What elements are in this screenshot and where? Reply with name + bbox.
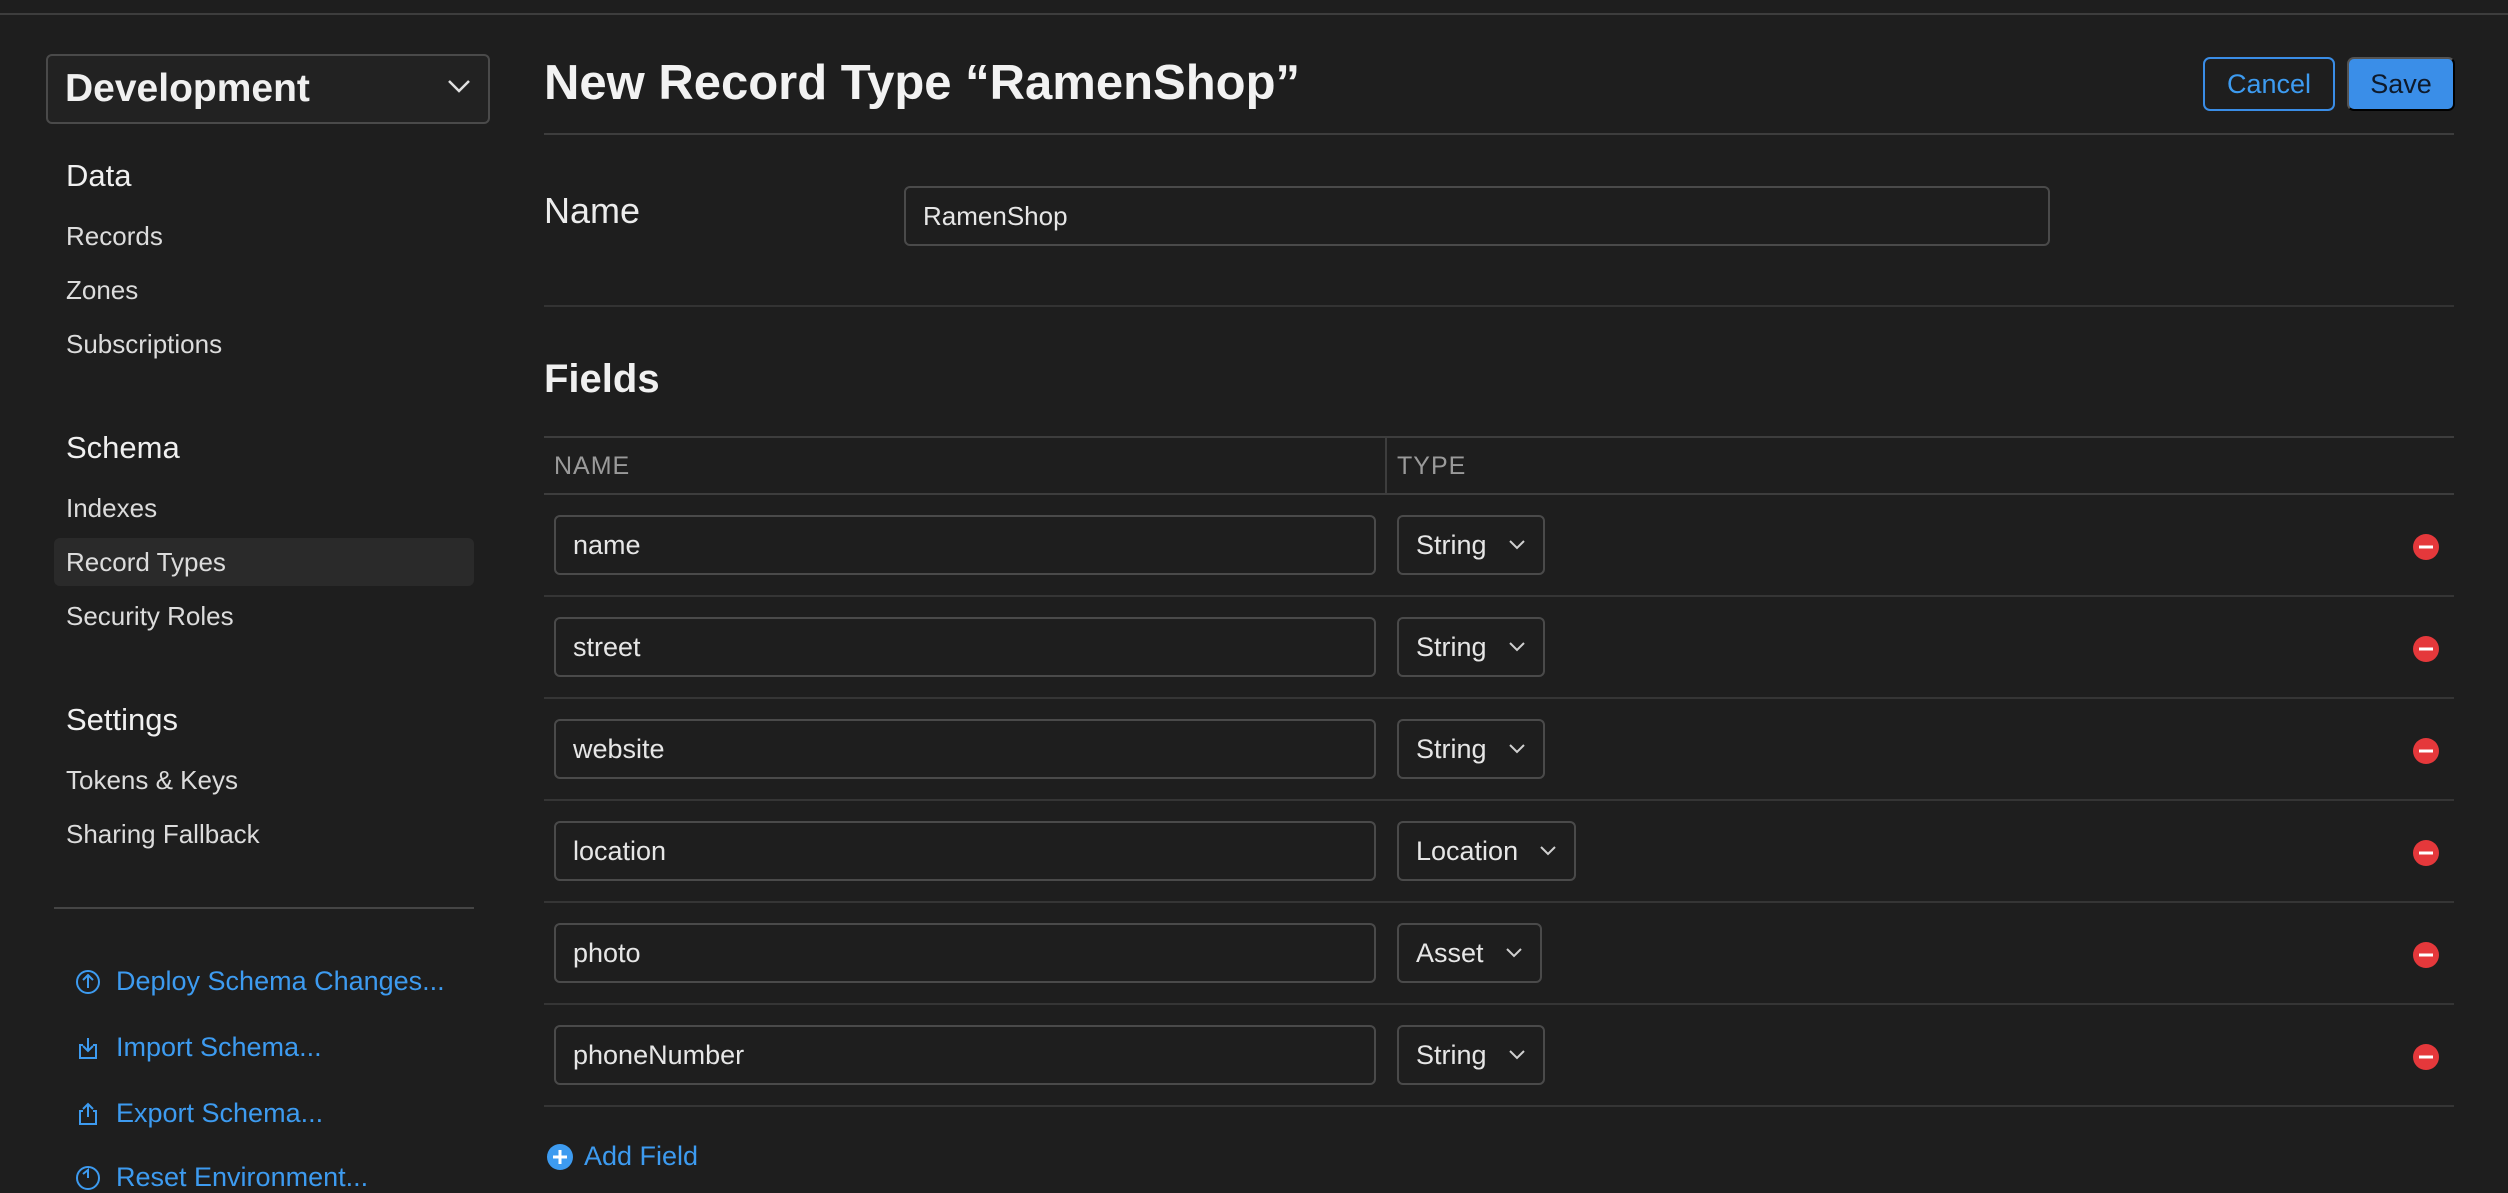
fields-table-top-border xyxy=(544,436,2454,438)
field-name-input[interactable]: photo xyxy=(554,923,1376,983)
sidebar-item-indexes[interactable]: Indexes xyxy=(66,493,157,524)
sidebar-item-subscriptions[interactable]: Subscriptions xyxy=(66,329,222,360)
field-type-select[interactable]: Location xyxy=(1397,821,1577,881)
page-title: New Record Type “RamenShop” xyxy=(544,56,1301,110)
field-row: phoneNumber String xyxy=(544,1005,2454,1107)
field-type-value: String xyxy=(1416,529,1487,560)
add-field-button[interactable]: Add Field xyxy=(546,1141,698,1172)
sidebar-item-tokens-keys[interactable]: Tokens & Keys xyxy=(66,765,238,796)
sidebar-item-security-roles[interactable]: Security Roles xyxy=(66,601,234,632)
remove-field-icon[interactable] xyxy=(2412,635,2440,663)
field-type-select[interactable]: String xyxy=(1397,719,1545,779)
field-type-select[interactable]: String xyxy=(1397,515,1545,575)
sidebar-item-sharing-fallback[interactable]: Sharing Fallback xyxy=(66,819,260,850)
reset-icon xyxy=(76,1165,100,1190)
field-name-input[interactable]: location xyxy=(554,821,1376,881)
field-name-input[interactable]: street xyxy=(554,617,1376,677)
field-type-select[interactable]: String xyxy=(1397,617,1545,677)
header-divider xyxy=(544,133,2454,135)
export-schema-link[interactable]: Export Schema... xyxy=(74,1098,323,1129)
chevron-down-icon xyxy=(1508,540,1525,550)
cancel-button[interactable]: Cancel xyxy=(2203,57,2335,111)
import-icon xyxy=(79,1037,97,1059)
sidebar-item-zones[interactable]: Zones xyxy=(66,275,138,306)
column-header-type: TYPE xyxy=(1397,452,1467,480)
sidebar-heading-schema: Schema xyxy=(66,430,180,465)
environment-label: Development xyxy=(65,67,310,110)
field-type-value: Location xyxy=(1416,835,1519,866)
sidebar-item-records[interactable]: Records xyxy=(66,221,163,252)
deploy-schema-link[interactable]: Deploy Schema Changes... xyxy=(74,966,445,997)
add-field-label: Add Field xyxy=(584,1141,699,1171)
column-divider xyxy=(1385,436,1387,494)
field-row: name String xyxy=(544,495,2454,597)
plus-circle-icon xyxy=(547,1143,573,1170)
field-row: location Location xyxy=(544,801,2454,903)
import-schema-label: Import Schema... xyxy=(116,1032,322,1062)
chevron-down-icon xyxy=(1508,1050,1525,1060)
deploy-schema-label: Deploy Schema Changes... xyxy=(116,966,445,996)
field-row: street String xyxy=(544,597,2454,699)
remove-field-icon[interactable] xyxy=(2412,1043,2440,1071)
sidebar-heading-settings: Settings xyxy=(66,702,179,737)
export-icon xyxy=(79,1102,97,1125)
field-name-input[interactable]: name xyxy=(554,515,1376,575)
remove-field-icon[interactable] xyxy=(2412,941,2440,969)
field-name-input[interactable]: website xyxy=(554,719,1376,779)
reset-environment-label: Reset Environment... xyxy=(116,1162,369,1192)
field-name-input[interactable]: phoneNumber xyxy=(554,1025,1376,1085)
chevron-down-icon xyxy=(1508,642,1525,652)
field-type-value: String xyxy=(1416,1039,1487,1070)
export-schema-label: Export Schema... xyxy=(116,1098,324,1128)
remove-field-icon[interactable] xyxy=(2412,533,2440,561)
reset-environment-link[interactable]: Reset Environment... xyxy=(74,1162,368,1193)
chevron-down-icon xyxy=(448,80,470,93)
sidebar-heading-data: Data xyxy=(66,158,132,193)
column-header-name: NAME xyxy=(554,452,631,480)
chevron-down-icon xyxy=(1508,744,1525,754)
record-type-name-input[interactable]: RamenShop xyxy=(904,186,2050,246)
field-type-select[interactable]: String xyxy=(1397,1025,1545,1085)
remove-field-icon[interactable] xyxy=(2412,737,2440,765)
field-type-value: String xyxy=(1416,733,1487,764)
field-type-select[interactable]: Asset xyxy=(1397,923,1542,983)
row-divider xyxy=(544,1105,2454,1107)
sidebar-divider xyxy=(54,907,474,909)
chevron-down-icon xyxy=(1505,948,1522,958)
import-schema-link[interactable]: Import Schema... xyxy=(74,1032,322,1063)
name-section-divider xyxy=(544,305,2454,307)
field-row: website String xyxy=(544,699,2454,801)
field-row: photo Asset xyxy=(544,903,2454,1005)
field-type-value: String xyxy=(1416,631,1487,662)
deploy-icon xyxy=(76,969,100,994)
fields-title: Fields xyxy=(544,357,660,401)
top-border xyxy=(0,13,2508,15)
environment-select[interactable]: Development xyxy=(46,54,490,124)
chevron-down-icon xyxy=(1540,846,1556,856)
save-button[interactable]: Save xyxy=(2347,57,2455,111)
remove-field-icon[interactable] xyxy=(2412,839,2440,867)
sidebar-item-record-types[interactable]: Record Types xyxy=(66,547,226,578)
name-label: Name xyxy=(544,190,641,231)
field-type-value: Asset xyxy=(1416,937,1484,968)
